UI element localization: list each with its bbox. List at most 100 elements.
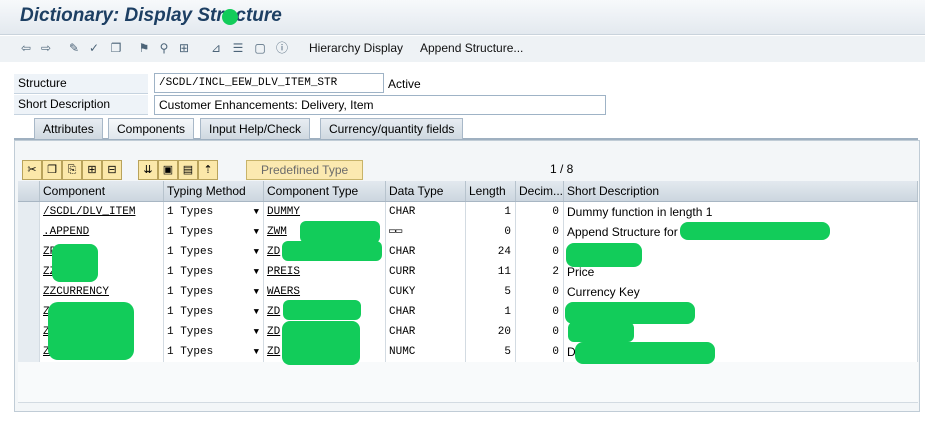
row-selector[interactable] xyxy=(18,302,40,322)
length-cell: 5 xyxy=(466,282,516,302)
object-list-icon[interactable]: ⊞ xyxy=(176,40,192,56)
table-row[interactable]: ZZ1 Types▼ZDNUMC50D xyxy=(18,342,918,363)
typing-method-cell[interactable]: 1 Types ▼ xyxy=(164,342,264,362)
column-header-short-description[interactable]: Short Description xyxy=(564,181,918,201)
row-selector[interactable] xyxy=(18,282,40,302)
copy-icon[interactable]: ❐ xyxy=(108,40,124,56)
column-header-decimals[interactable]: Decim... xyxy=(516,181,564,201)
table-row[interactable]: ZP 1 Types ▼ ZD CHAR 24 0 xyxy=(18,242,918,263)
application-toolbar: ⇦ ⇨ ✎ ✓ ❐ ⚑ ⚲ ⊞ ⊿ ☰ ▢ ⓘ Hierarchy Displa… xyxy=(0,36,925,62)
decimals-cell: 0 xyxy=(516,302,564,322)
first-row-icon[interactable]: ⇊ xyxy=(138,160,158,180)
dropdown-arrow-icon[interactable]: ▼ xyxy=(254,302,259,322)
paste-icon[interactable]: ⎘ xyxy=(62,160,82,180)
length-cell-text: 11 xyxy=(497,266,511,278)
cut-icon[interactable]: ✂ xyxy=(22,160,42,180)
typing-method-cell[interactable]: 1 Types ▼ xyxy=(164,242,264,262)
component-cell[interactable]: .APPEND xyxy=(40,222,164,242)
typing-method-cell[interactable]: 1 Types ▼ xyxy=(164,282,264,302)
component-type-cell-text: PREIS xyxy=(267,266,301,278)
short-description-cell-text: Dummy function in length 1 xyxy=(567,205,713,219)
tab-attributes[interactable]: Attributes xyxy=(34,118,103,139)
row-selector[interactable] xyxy=(18,262,40,282)
expand-icon[interactable]: ▤ xyxy=(178,160,198,180)
column-header-data-type[interactable]: Data Type xyxy=(386,181,466,201)
typing-method-cell[interactable]: 1 Types ▼ xyxy=(164,202,264,222)
component-cell[interactable]: ZZCURRENCY xyxy=(40,282,164,302)
empty-table-row[interactable] xyxy=(18,362,918,383)
typing-method-cell[interactable]: 1 Types ▼ xyxy=(164,222,264,242)
dropdown-arrow-icon[interactable]: ▼ xyxy=(254,322,259,342)
short-description-field[interactable]: Customer Enhancements: Delivery, Item xyxy=(154,95,606,115)
info-icon[interactable]: ⓘ xyxy=(274,40,290,56)
row-selector[interactable] xyxy=(18,242,40,262)
append-structure-button[interactable]: Append Structure... xyxy=(420,41,523,55)
data-type-cell-text: CHAR xyxy=(389,306,416,318)
layout-icon[interactable]: ☰ xyxy=(230,40,246,56)
component-cell[interactable]: /SCDL/DLV_ITEM xyxy=(40,202,164,222)
structure-field[interactable]: /SCDL/INCL_EEW_DLV_ITEM_STR xyxy=(154,73,384,93)
dropdown-arrow-icon[interactable]: ▼ xyxy=(254,222,259,242)
check-icon[interactable]: ✓ xyxy=(86,40,102,56)
up-icon[interactable]: ⇡ xyxy=(198,160,218,180)
dropdown-arrow-icon[interactable]: ▼ xyxy=(254,262,259,282)
data-type-cell-text: CURR xyxy=(389,266,416,278)
row-selector[interactable] xyxy=(18,222,40,242)
activate-icon[interactable]: ⚑ xyxy=(136,40,152,56)
hierarchy-display-button[interactable]: Hierarchy Display xyxy=(309,41,403,55)
predefined-type-button[interactable]: Predefined Type xyxy=(246,160,364,180)
component-cell-text: ZZCURRENCY xyxy=(43,286,110,298)
copy-row-icon[interactable]: ❐ xyxy=(42,160,62,180)
component-type-cell[interactable]: PREIS xyxy=(264,262,386,282)
redaction-block xyxy=(680,222,830,240)
typing-method-cell[interactable]: 1 Types ▼ xyxy=(164,302,264,322)
display-change-icon[interactable]: ✎ xyxy=(66,40,82,56)
row-selector[interactable] xyxy=(18,342,40,362)
row-selector[interactable] xyxy=(18,322,40,342)
redaction-block xyxy=(300,221,380,243)
delete-row-icon[interactable]: ⊟ xyxy=(102,160,122,180)
redaction-block xyxy=(283,300,361,320)
component-type-cell[interactable]: DUMMY xyxy=(264,202,386,222)
table-row[interactable]: /SCDL/DLV_ITEM 1 Types ▼ DUMMY CHAR 1 0 Dummy f… xyxy=(18,202,918,223)
typing-method-cell[interactable]: 1 Types ▼ xyxy=(164,262,264,282)
row-selector[interactable] xyxy=(18,202,40,222)
column-header-typing-method[interactable]: Typing Method xyxy=(164,181,264,201)
dropdown-arrow-icon[interactable]: ▼ xyxy=(254,202,259,222)
table-row[interactable]: Z1 Types▼ZDCHAR200I xyxy=(18,322,918,343)
empty-table-row[interactable] xyxy=(18,382,918,403)
frame-icon[interactable]: ▢ xyxy=(252,40,268,56)
data-type-cell-text: CHAR xyxy=(389,206,416,218)
decimals-cell-text: 2 xyxy=(552,266,559,278)
column-header-component-type[interactable]: Component Type xyxy=(264,181,386,201)
table-row[interactable]: ZZ 1 Types ▼ PREIS CURR 11 2 Price xyxy=(18,262,918,283)
component-type-cell[interactable]: WAERS xyxy=(264,282,386,302)
tab-input-help-check[interactable]: Input Help/Check xyxy=(200,118,311,139)
where-used-icon[interactable]: ⚲ xyxy=(156,40,172,56)
column-header-component[interactable]: Component xyxy=(40,181,164,201)
tab-components[interactable]: Components xyxy=(108,118,195,139)
insert-row-icon[interactable]: ⊞ xyxy=(82,160,102,180)
component-cell-text: .APPEND xyxy=(43,226,90,238)
column-header-length[interactable]: Length xyxy=(466,181,516,201)
include-icon[interactable]: ▣ xyxy=(158,160,178,180)
component-type-cell-text: ZD xyxy=(267,326,281,338)
dropdown-arrow-icon[interactable]: ▼ xyxy=(254,342,259,362)
forward-arrow-icon[interactable]: ⇨ xyxy=(38,40,54,56)
window-title: Dictionary: Display Structure xyxy=(20,5,282,26)
back-arrow-icon[interactable]: ⇦ xyxy=(18,40,34,56)
structure-label: Structure xyxy=(14,74,148,94)
table-row[interactable]: Z1 Types▼ZDCHAR10U xyxy=(18,302,918,323)
page-counter: 1 / 8 xyxy=(550,162,574,176)
dropdown-arrow-icon[interactable]: ▼ xyxy=(254,242,259,262)
typing-method-cell-text: 1 Types xyxy=(167,246,214,258)
hierarchy-icon[interactable]: ⊿ xyxy=(208,40,224,56)
dropdown-arrow-icon[interactable]: ▼ xyxy=(254,282,259,302)
decimals-cell: 2 xyxy=(516,262,564,282)
component-cell-text: /SCDL/DLV_ITEM xyxy=(43,206,136,218)
typing-method-cell[interactable]: 1 Types ▼ xyxy=(164,322,264,342)
table-row[interactable]: ZZCURRENCY 1 Types ▼ WAERS CUKY 5 0 Currency Ke… xyxy=(18,282,918,303)
short-description-label: Short Description xyxy=(14,95,148,115)
length-cell-text: 5 xyxy=(504,346,511,358)
tab-currency-quantity-fields[interactable]: Currency/quantity fields xyxy=(320,118,464,139)
